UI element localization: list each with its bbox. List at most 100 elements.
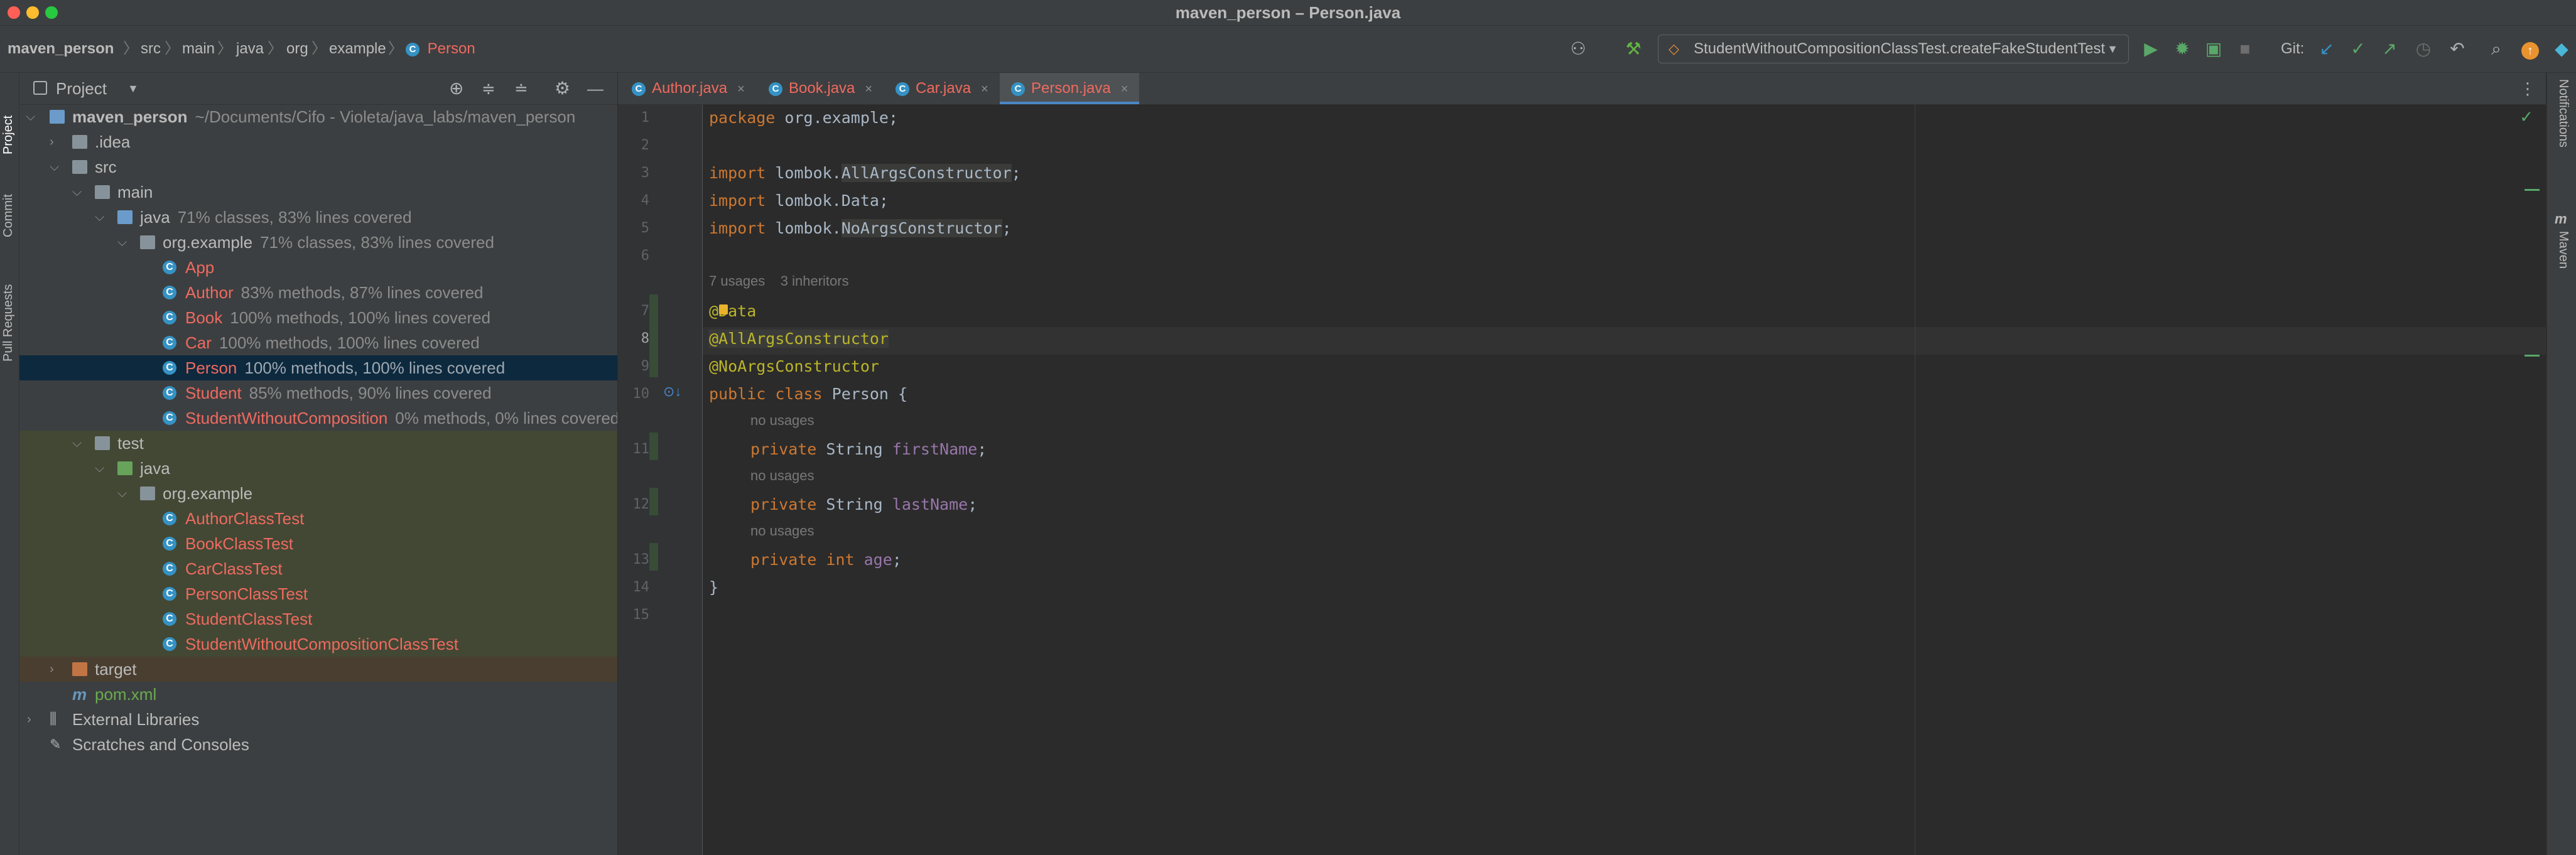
tree-item-main[interactable]: ⌵ main bbox=[19, 180, 617, 205]
update-icon[interactable]: ↑ bbox=[2518, 37, 2542, 61]
gear-icon[interactable]: ⚙ bbox=[555, 73, 570, 104]
tree-item-test-package[interactable]: ⌵ org.example bbox=[19, 481, 617, 506]
chevron-down-icon[interactable]: ▼ bbox=[127, 73, 139, 104]
select-opened-file-icon[interactable]: ⊕ bbox=[449, 73, 463, 104]
git-commit-icon[interactable]: ✓ bbox=[2346, 37, 2370, 61]
run-configuration-select[interactable]: ◇ StudentWithoutCompositionClassTest.cre… bbox=[1658, 35, 2129, 63]
inspection-ok-icon[interactable]: ✓ bbox=[2519, 107, 2533, 127]
title-bar: maven_person – Person.java bbox=[0, 0, 2576, 26]
package-icon bbox=[140, 235, 155, 249]
breadcrumb-person[interactable]: C Person bbox=[406, 26, 475, 72]
history-icon[interactable]: ◷ bbox=[2411, 37, 2435, 61]
tree-item-test-book[interactable]: C BookClassTest bbox=[19, 531, 617, 556]
search-icon[interactable]: ⌕ bbox=[2484, 37, 2508, 61]
project-panel-header: Project ▼ ⊕ ≑ ≐ ⚙ — bbox=[19, 73, 617, 105]
tree-item-external-libraries[interactable]: › ⫼ External Libraries bbox=[19, 707, 617, 732]
scroll-marker bbox=[2525, 189, 2540, 191]
collapsed-arrow-icon[interactable]: › bbox=[50, 129, 54, 154]
intention-bulb-icon[interactable] bbox=[719, 304, 728, 315]
tree-item-class-student[interactable]: C Student 85% methods, 90% lines covered bbox=[19, 380, 617, 406]
navigation-bar: maven_person 〉 src 〉 main 〉 java 〉 org 〉… bbox=[0, 26, 2576, 73]
class-icon: C bbox=[163, 386, 176, 400]
tree-item-scratches[interactable]: ✎ Scratches and Consoles bbox=[19, 732, 617, 757]
scroll-marker bbox=[2525, 355, 2540, 357]
tree-item-test-student[interactable]: C StudentClassTest bbox=[19, 606, 617, 632]
expand-arrow-icon[interactable]: ⌵ bbox=[95, 456, 104, 481]
collapsed-arrow-icon[interactable]: › bbox=[50, 657, 54, 682]
tree-item-test-person[interactable]: C PersonClassTest bbox=[19, 581, 617, 606]
git-update-icon[interactable]: ↙ bbox=[2315, 37, 2339, 61]
expand-arrow-icon[interactable]: ⌵ bbox=[72, 180, 82, 205]
tree-item-idea[interactable]: › .idea bbox=[19, 129, 617, 154]
git-push-icon[interactable]: ↗ bbox=[2378, 37, 2401, 61]
tree-item-maven-person[interactable]: ⌵ maven_person ~/Documents/Cifo - Violeta… bbox=[19, 104, 617, 129]
project-view-icon bbox=[33, 81, 47, 95]
hide-panel-icon[interactable]: — bbox=[587, 73, 603, 104]
tree-item-class-student-without-composition[interactable]: C StudentWithoutComposition 0% methods, 0… bbox=[19, 406, 617, 431]
no-usages-hint: no usages bbox=[750, 412, 814, 428]
breadcrumb-org[interactable]: org bbox=[286, 26, 308, 72]
tree-item-test-java[interactable]: ⌵ java bbox=[19, 456, 617, 481]
scratches-icon: ✎ bbox=[50, 736, 62, 752]
breadcrumb-src[interactable]: src bbox=[141, 26, 161, 72]
implemented-by-icon[interactable]: ⊙↓ bbox=[663, 384, 681, 400]
close-icon[interactable]: × bbox=[981, 82, 988, 96]
collapsed-arrow-icon[interactable]: › bbox=[27, 707, 31, 732]
tree-item-target[interactable]: › target bbox=[19, 657, 617, 682]
tree-item-class-app[interactable]: C App bbox=[19, 255, 617, 280]
tree-item-class-author[interactable]: C Author 83% methods, 87% lines covered bbox=[19, 280, 617, 305]
project-tool-button[interactable]: Project bbox=[1, 116, 16, 154]
tree-item-main-java[interactable]: ⌵ java 71% classes, 83% lines covered bbox=[19, 205, 617, 230]
expand-arrow-icon[interactable]: ⌵ bbox=[26, 104, 35, 129]
stop-icon[interactable]: ■ bbox=[2233, 37, 2257, 61]
breadcrumb-java[interactable]: java bbox=[236, 26, 264, 72]
plugin-icon[interactable]: ◆ bbox=[2550, 37, 2573, 61]
class-icon: C bbox=[163, 311, 176, 325]
pull-requests-tool-button[interactable]: Pull Requests bbox=[1, 284, 16, 362]
rollback-icon[interactable]: ↶ bbox=[2445, 37, 2469, 61]
close-icon[interactable]: × bbox=[1121, 82, 1128, 96]
collapse-all-icon[interactable]: ≐ bbox=[514, 73, 528, 104]
libraries-icon: ⫼ bbox=[50, 711, 57, 728]
usages-hint[interactable]: 7 usages 3 inheritors bbox=[709, 273, 849, 289]
tree-item-class-person[interactable]: C Person 100% methods, 100% lines covered bbox=[19, 355, 617, 380]
project-panel-title[interactable]: Project bbox=[56, 73, 107, 104]
breadcrumb-example[interactable]: example bbox=[329, 26, 386, 72]
notifications-tool-button[interactable]: Notifications bbox=[2556, 79, 2570, 148]
test-class-icon: C bbox=[163, 512, 176, 525]
run-icon[interactable]: ▶ bbox=[2139, 37, 2163, 61]
coverage-icon[interactable]: ▣ bbox=[2202, 37, 2226, 61]
tree-item-pom[interactable]: m pom.xml bbox=[19, 682, 617, 707]
tree-item-test[interactable]: ⌵ test bbox=[19, 431, 617, 456]
breadcrumb-main[interactable]: main bbox=[182, 26, 215, 72]
breadcrumb-project[interactable]: maven_person bbox=[8, 26, 114, 72]
tree-item-class-book[interactable]: C Book 100% methods, 100% lines covered bbox=[19, 305, 617, 330]
expand-arrow-icon[interactable]: ⌵ bbox=[95, 205, 104, 230]
expand-arrow-icon[interactable]: ⌵ bbox=[117, 481, 127, 506]
tab-author-java[interactable]: C Author.java × bbox=[632, 73, 745, 104]
hammer-icon[interactable]: ⚒ bbox=[1621, 37, 1645, 61]
tree-item-test-student-without-composition[interactable]: C StudentWithoutCompositionClassTest bbox=[19, 632, 617, 657]
tree-item-src[interactable]: ⌵ src bbox=[19, 154, 617, 180]
maven-tool-button[interactable]: Maven bbox=[2556, 231, 2570, 269]
tab-car-java[interactable]: C Car.java × bbox=[896, 73, 988, 104]
expand-arrow-icon[interactable]: ⌵ bbox=[72, 431, 82, 456]
expand-arrow-icon[interactable]: ⌵ bbox=[50, 154, 59, 180]
debug-icon[interactable]: ✹ bbox=[2170, 37, 2194, 61]
test-class-icon: C bbox=[163, 537, 176, 551]
close-icon[interactable]: × bbox=[865, 82, 872, 96]
user-icon[interactable]: ⚇ bbox=[1566, 37, 1590, 61]
tree-item-test-car[interactable]: C CarClassTest bbox=[19, 556, 617, 581]
tree-item-class-car[interactable]: C Car 100% methods, 100% lines covered bbox=[19, 330, 617, 355]
tree-item-main-package[interactable]: ⌵ org.example 71% classes, 83% lines cove… bbox=[19, 230, 617, 255]
more-tabs-icon[interactable]: ⋮ bbox=[2519, 73, 2536, 104]
code-editor[interactable]: ✓ package org.example; import lombok.All… bbox=[703, 105, 2546, 855]
no-usages-hint: no usages bbox=[750, 468, 814, 483]
expand-all-icon[interactable]: ≑ bbox=[482, 73, 495, 104]
tab-book-java[interactable]: C Book.java × bbox=[769, 73, 872, 104]
close-icon[interactable]: × bbox=[737, 82, 745, 96]
tree-item-test-author[interactable]: C AuthorClassTest bbox=[19, 506, 617, 531]
tab-person-java[interactable]: C Person.java × bbox=[1000, 73, 1140, 104]
expand-arrow-icon[interactable]: ⌵ bbox=[117, 230, 127, 255]
commit-tool-button[interactable]: Commit bbox=[1, 194, 16, 237]
